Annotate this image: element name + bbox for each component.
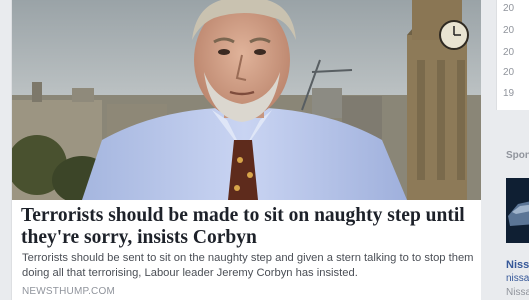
- year-link[interactable]: 20: [503, 67, 514, 78]
- year-list: 20 20 20 20 19: [496, 0, 529, 110]
- ad-subtitle[interactable]: nissar: [506, 273, 529, 284]
- article-domain[interactable]: NEWSTHUMP.COM: [22, 286, 115, 297]
- right-sidebar: 20 20 20 20 19 Spons Nissa nissar Nissan: [481, 0, 529, 300]
- corbyn-westminster-photo: [12, 0, 482, 200]
- article-summary: Terrorists should be sent to sit on the …: [22, 252, 474, 279]
- sponsored-heading: Spons: [506, 150, 529, 161]
- ad-title[interactable]: Nissa: [506, 259, 529, 271]
- car-ad-icon: [506, 178, 529, 243]
- link-preview-card[interactable]: Terrorists should be made to sit on naug…: [11, 0, 483, 300]
- year-link[interactable]: 19: [503, 88, 514, 99]
- article-headline[interactable]: Terrorists should be made to sit on naug…: [21, 205, 476, 249]
- ad-image[interactable]: [506, 178, 529, 243]
- year-link[interactable]: 20: [503, 25, 514, 36]
- year-link[interactable]: 20: [503, 47, 514, 58]
- ad-subtitle-secondary: Nissan: [506, 287, 529, 298]
- article-thumbnail[interactable]: [12, 0, 482, 200]
- year-link[interactable]: 20: [503, 3, 514, 14]
